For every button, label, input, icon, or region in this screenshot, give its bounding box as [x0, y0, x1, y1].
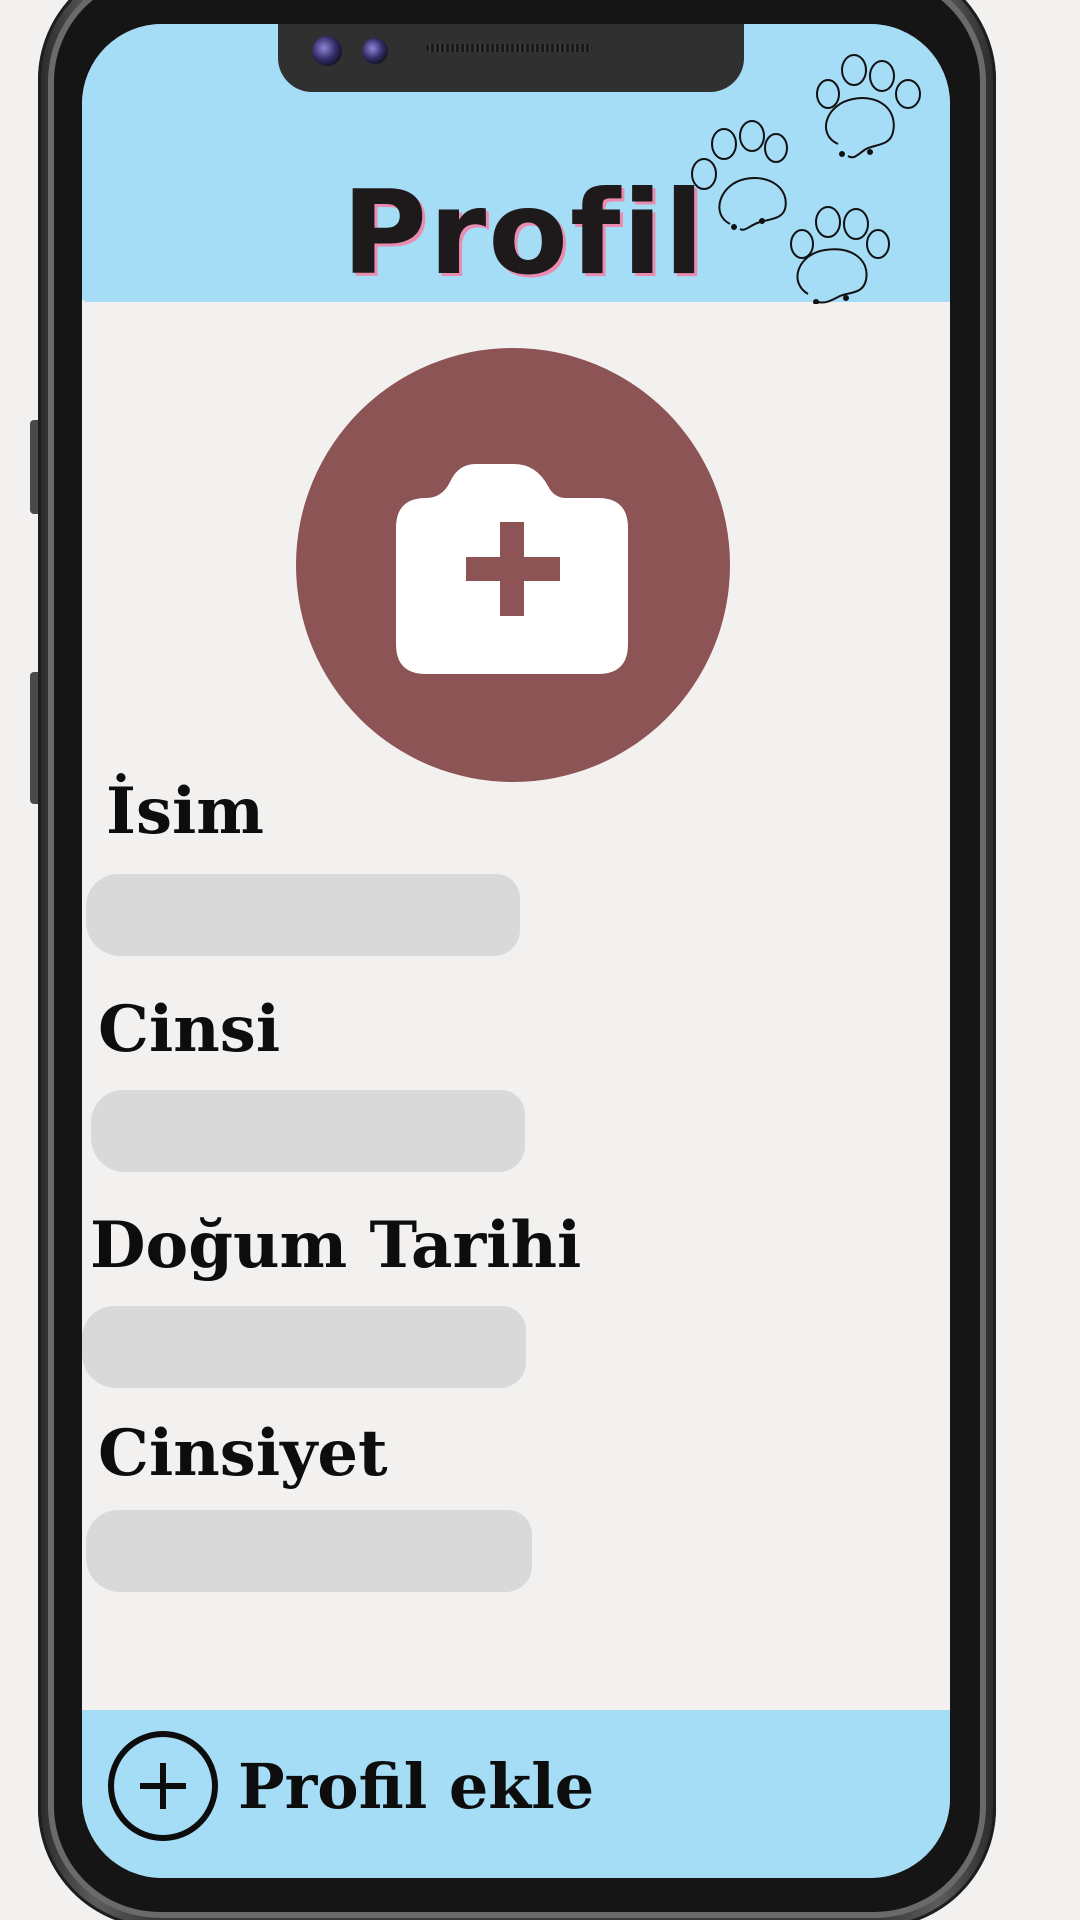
name-input[interactable] [86, 874, 520, 956]
add-photo-camera-icon [396, 464, 628, 674]
breed-label: Cinsi [98, 992, 281, 1067]
sensor [362, 38, 388, 64]
breed-input[interactable] [91, 1090, 525, 1172]
profile-photo-button[interactable] [296, 348, 730, 782]
phone-notch [278, 24, 744, 92]
speaker-grille [426, 44, 592, 52]
gender-input[interactable] [86, 1510, 532, 1592]
gender-label: Cinsiyet [98, 1416, 388, 1491]
add-profile-button[interactable]: Profil ekle [108, 1728, 594, 1844]
name-label: İsim [106, 774, 264, 849]
add-profile-label: Profil ekle [238, 1749, 595, 1823]
birth-date-label: Doğum Tarihi [90, 1208, 582, 1283]
front-camera [312, 36, 342, 66]
app-screen: Profil İsim Cinsi Doğum Tarihi Cinsiyet … [82, 24, 950, 1878]
birth-date-input[interactable] [82, 1306, 526, 1388]
plus-circle-icon [108, 1731, 218, 1841]
footer-bar: Profil ekle [82, 1710, 950, 1878]
